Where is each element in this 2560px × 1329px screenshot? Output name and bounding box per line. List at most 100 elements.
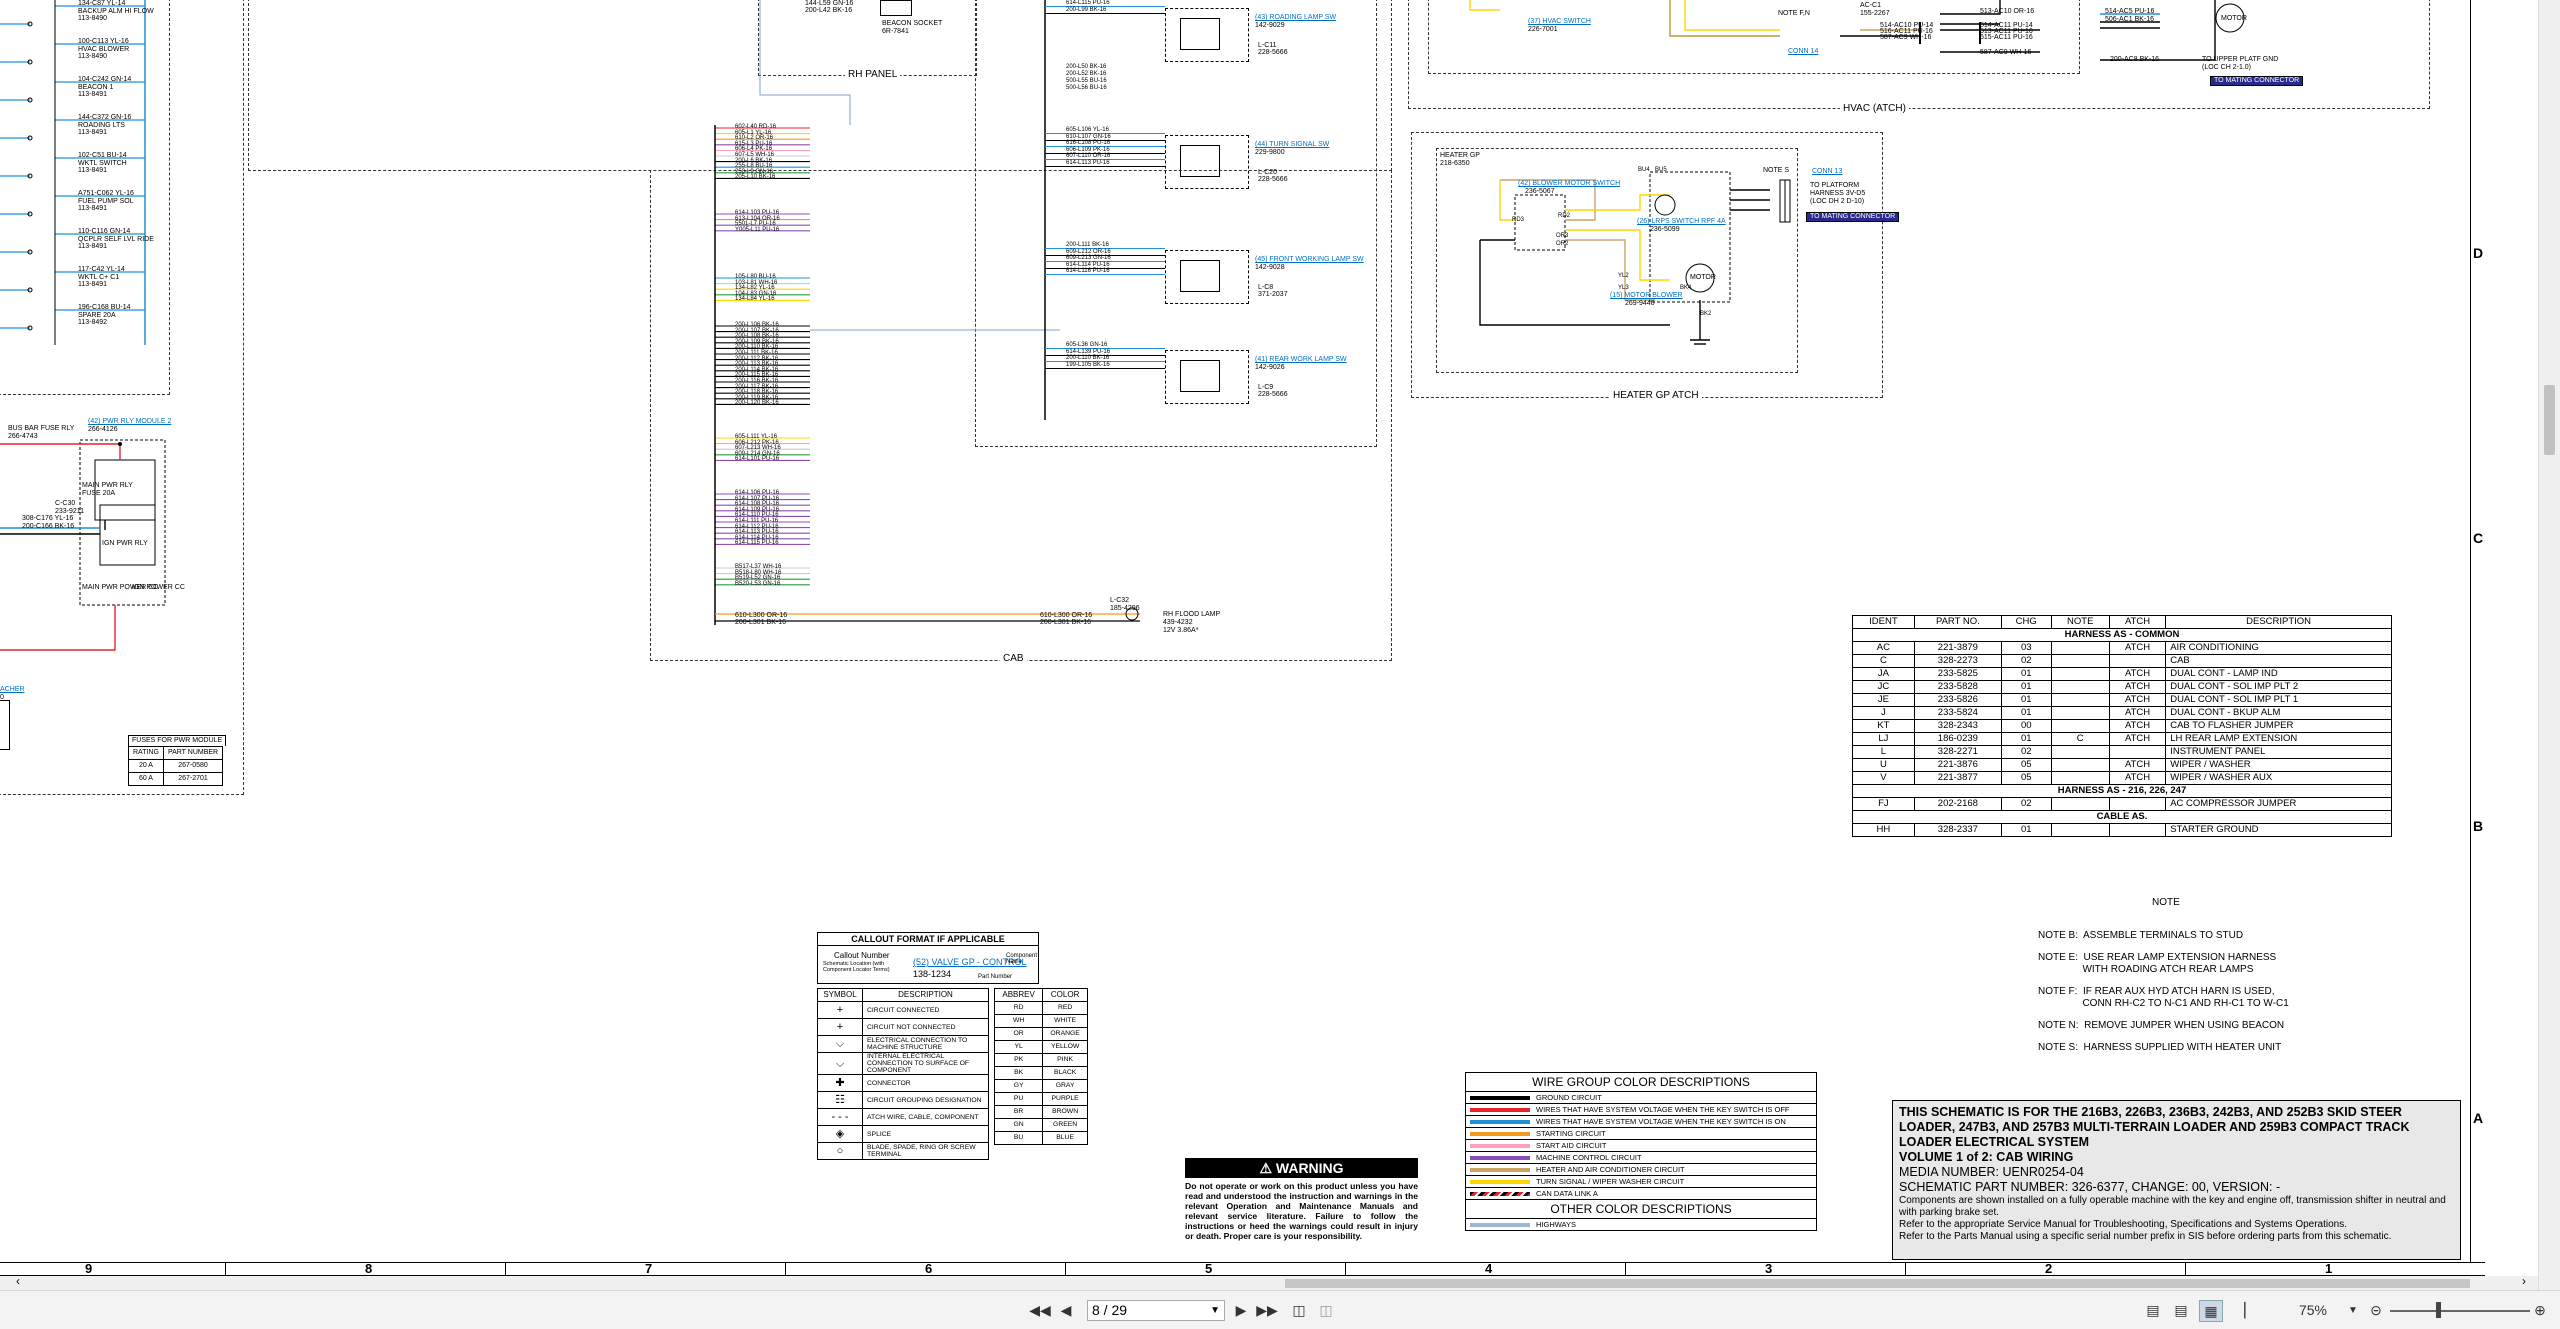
parts-row: HH 328-2337 01 STARTER GROUND bbox=[1852, 823, 2392, 837]
left-comp-wire: 100-C113 YL-16 bbox=[78, 38, 129, 45]
single-page-view-icon[interactable]: ▤ bbox=[2143, 1300, 2163, 1320]
zoom-slider[interactable] bbox=[2390, 1310, 2530, 1312]
page-number-input[interactable]: 8 / 29 ▼ bbox=[1087, 1300, 1225, 1321]
switch-link[interactable]: (43) ROADING LAMP SW bbox=[1255, 14, 1336, 22]
parts-cell: DUAL CONT - BKUP ALM bbox=[2165, 706, 2392, 720]
abbrev-code: GN bbox=[993, 1118, 1044, 1132]
switch-contacts bbox=[1180, 360, 1220, 392]
hvac-wire-4: 513-AC10 OR-16 bbox=[1980, 8, 2035, 15]
parts-header: PART NO. bbox=[1913, 615, 2002, 629]
abbrev-color: BLUE bbox=[1042, 1131, 1088, 1145]
abbrev-code: PU bbox=[993, 1092, 1044, 1106]
symbol-row: ☷ CIRCUIT GROUPING DESIGNATION bbox=[817, 1091, 989, 1109]
parts-cell: ATCH bbox=[2108, 706, 2167, 720]
symbols-table: SYMBOL DESCRIPTION + CIRCUIT CONNECTED + CIR… bbox=[817, 988, 989, 1160]
two-page-view-icon[interactable]: ▦ bbox=[2199, 1300, 2223, 1322]
abbrev-code: BR bbox=[993, 1105, 1044, 1119]
zoom-value[interactable]: 75% bbox=[2288, 1300, 2338, 1320]
scroll-left-arrow[interactable]: ‹ bbox=[16, 1274, 20, 1288]
switch-link[interactable]: (45) FRONT WORKING LAMP SW bbox=[1255, 256, 1364, 264]
symbol-desc: BLADE, SPADE, RING OR SCREW TERMINAL bbox=[862, 1142, 989, 1160]
continuous-view-icon[interactable]: ▤ bbox=[2171, 1300, 2191, 1320]
horizontal-scroll-thumb[interactable] bbox=[1285, 1279, 2470, 1288]
lc32-label: L-C32 185-4296 bbox=[1110, 597, 1140, 612]
wire-group-label: TURN SIGNAL / WIPER WASHER CIRCUIT bbox=[1536, 1177, 1685, 1186]
parts-cell: AC bbox=[1852, 641, 1915, 655]
wire-group-row: HEATER AND AIR CONDITIONER CIRCUIT bbox=[1466, 1164, 1816, 1176]
split-view-icon[interactable]: ▕ bbox=[2230, 1300, 2250, 1320]
blower-link[interactable]: (15) MOTOR BLOWER bbox=[1610, 292, 1683, 300]
pwr-module-link[interactable]: (42) PWR RLY MODULE 2 bbox=[88, 418, 171, 426]
parts-row: L 328-2271 02 INSTRUMENT PANEL bbox=[1852, 745, 2392, 759]
chevron-down-icon[interactable]: ▼ bbox=[1210, 1301, 1220, 1320]
note-item: NOTE N: REMOVE JUMPER WHEN USING BEACON bbox=[2038, 1020, 2285, 1031]
abbrev-code: GY bbox=[993, 1079, 1044, 1093]
zoom-slider-knob[interactable] bbox=[2436, 1302, 2441, 1318]
switch-part: 142-9028 bbox=[1255, 264, 1285, 271]
last-page-button[interactable]: ▶▶ bbox=[1256, 1300, 1278, 1320]
grid-row-label: C bbox=[2473, 530, 2484, 546]
scroll-right-arrow[interactable]: › bbox=[2522, 1274, 2526, 1288]
vertical-scrollbar[interactable] bbox=[2538, 0, 2560, 1290]
switch-link[interactable]: (41) REAR WORK LAMP SW bbox=[1255, 356, 1347, 364]
edge-link[interactable]: ACHER bbox=[0, 686, 25, 694]
parts-cell: JE bbox=[1852, 693, 1915, 707]
blower-switch-link[interactable]: (42) BLOWER MOTOR SWITCH bbox=[1518, 180, 1620, 188]
prev-page-button[interactable]: ◀ bbox=[1058, 1300, 1074, 1320]
parts-row: LJ 186-0239 01 C ATCH LH REAR LAMP EXTENSION bbox=[1852, 732, 2392, 746]
zoom-dropdown-icon[interactable]: ▼ bbox=[2346, 1300, 2360, 1320]
parts-cell bbox=[2108, 745, 2167, 759]
symbol-glyph: ⌵ bbox=[817, 1035, 863, 1053]
zoom-out-icon[interactable]: ⊝ bbox=[2366, 1300, 2386, 1320]
hvac-switch-link[interactable]: (37) HVAC SWITCH bbox=[1528, 18, 1591, 26]
abbrev-color: RED bbox=[1042, 1001, 1088, 1015]
extract-page-icon[interactable]: ◫ bbox=[1289, 1300, 1309, 1320]
symbol-glyph: ⌵ bbox=[817, 1052, 863, 1075]
next-page-button[interactable]: ▶ bbox=[1233, 1300, 1249, 1320]
cab-harness-wiring bbox=[714, 0, 1140, 625]
note-item: NOTE F: IF REAR AUX HYD ATCH HARN IS USE… bbox=[2038, 986, 2289, 1009]
left-comp-part: 113-8490 bbox=[78, 53, 108, 60]
parts-cell: CAB bbox=[2165, 654, 2392, 668]
zoom-in-icon[interactable]: ⊕ bbox=[2530, 1300, 2550, 1320]
parts-cell: 01 bbox=[2000, 680, 2052, 694]
symbol-row: ⌵ INTERNAL ELECTRICAL CONNECTION TO SURFA… bbox=[817, 1052, 989, 1075]
wire-group-row: STARTING CIRCUIT bbox=[1466, 1128, 1816, 1140]
symbol-desc: CIRCUIT GROUPING DESIGNATION bbox=[862, 1091, 989, 1109]
insert-page-icon[interactable]: ◫ bbox=[1316, 1300, 1336, 1320]
parts-cell: 202-2168 bbox=[1913, 797, 2002, 811]
hvac-to-mating[interactable]: TO MATING CONNECTOR bbox=[2210, 76, 2304, 86]
parts-cell: 233-5824 bbox=[1913, 706, 2002, 720]
vertical-scroll-thumb[interactable] bbox=[2544, 385, 2555, 455]
parts-cell: WIPER / WASHER AUX bbox=[2165, 771, 2392, 785]
left-comp-wire: 196-C168 BU-14 bbox=[78, 304, 131, 311]
first-page-button[interactable]: ◀◀ bbox=[1029, 1300, 1051, 1320]
relay-link[interactable]: (26) LRPS SWITCH RPF 4A bbox=[1637, 218, 1726, 226]
parts-header: ATCH bbox=[2108, 615, 2167, 629]
left-comp-part: 113-8491 bbox=[78, 243, 108, 250]
abbrev-color: GRAY bbox=[1042, 1079, 1088, 1093]
conn13-link[interactable]: CONN 13 bbox=[1812, 168, 1842, 176]
symbol-row: ✚ CONNECTOR bbox=[817, 1074, 989, 1092]
parts-row: JC 233-5828 01 ATCH DUAL CONT - SOL IMP PLT … bbox=[1852, 680, 2392, 694]
switch-link[interactable]: (44) TURN SIGNAL SW bbox=[1255, 141, 1329, 149]
abbrev-color: PURPLE bbox=[1042, 1092, 1088, 1106]
symbol-glyph: ☷ bbox=[817, 1091, 863, 1109]
parts-cell bbox=[2050, 680, 2110, 694]
abbrev-code: OR bbox=[993, 1027, 1044, 1041]
hvac-motor-label: MOTOR bbox=[2221, 15, 2247, 22]
parts-row: JE 233-5826 01 ATCH DUAL CONT - SOL IMP PLT … bbox=[1852, 693, 2392, 707]
abbrev-color: BLACK bbox=[1042, 1066, 1088, 1080]
parts-cell bbox=[2050, 758, 2110, 772]
parts-cell: AC COMPRESSOR JUMPER bbox=[2165, 797, 2392, 811]
hvac-switch-part: 226-7001 bbox=[1528, 26, 1558, 33]
horizontal-scrollbar[interactable]: ‹ › bbox=[0, 1274, 2538, 1290]
parts-section-title: HARNESS AS - 216, 226, 247 bbox=[1852, 784, 2392, 798]
conn14-link[interactable]: CONN 14 bbox=[1788, 48, 1818, 56]
note-fn: NOTE F,N bbox=[1778, 10, 1810, 17]
switch-part: 142-9026 bbox=[1255, 364, 1285, 371]
parts-row: FJ 202-2168 02 AC COMPRESSOR JUMPER bbox=[1852, 797, 2392, 811]
heater-to-mating[interactable]: TO MATING CONNECTOR bbox=[1806, 212, 1900, 222]
left-comp-wire: 134-C87 YL-14 bbox=[78, 0, 126, 7]
wire-group-swatch bbox=[1470, 1143, 1530, 1148]
